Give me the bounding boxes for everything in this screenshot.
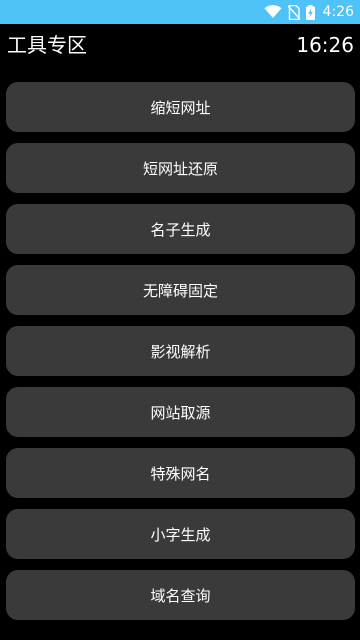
wifi-icon (264, 5, 282, 19)
accessibility-pin-button[interactable]: 无障碍固定 (6, 265, 355, 315)
no-sim-icon (287, 4, 300, 20)
clock-display: 16:26 (296, 33, 354, 57)
special-nickname-button[interactable]: 特殊网名 (6, 448, 355, 498)
page-title: 工具专区 (7, 33, 87, 57)
status-time: 4:26 (322, 4, 354, 20)
battery-charging-icon (305, 4, 315, 20)
small-text-generator-button[interactable]: 小字生成 (6, 509, 355, 559)
app-bar: 工具专区 16:26 (0, 24, 360, 68)
domain-lookup-button[interactable]: 域名查询 (6, 570, 355, 620)
shorten-url-button[interactable]: 缩短网址 (6, 82, 355, 132)
tool-list: 缩短网址 短网址还原 名子生成 无障碍固定 影视解析 网站取源 特殊网名 小字生… (6, 82, 355, 631)
status-icons: 4:26 (264, 0, 354, 24)
video-parse-button[interactable]: 影视解析 (6, 326, 355, 376)
restore-short-url-button[interactable]: 短网址还原 (6, 143, 355, 193)
status-bar: 4:26 (0, 0, 360, 24)
name-generator-button[interactable]: 名子生成 (6, 204, 355, 254)
website-source-button[interactable]: 网站取源 (6, 387, 355, 437)
